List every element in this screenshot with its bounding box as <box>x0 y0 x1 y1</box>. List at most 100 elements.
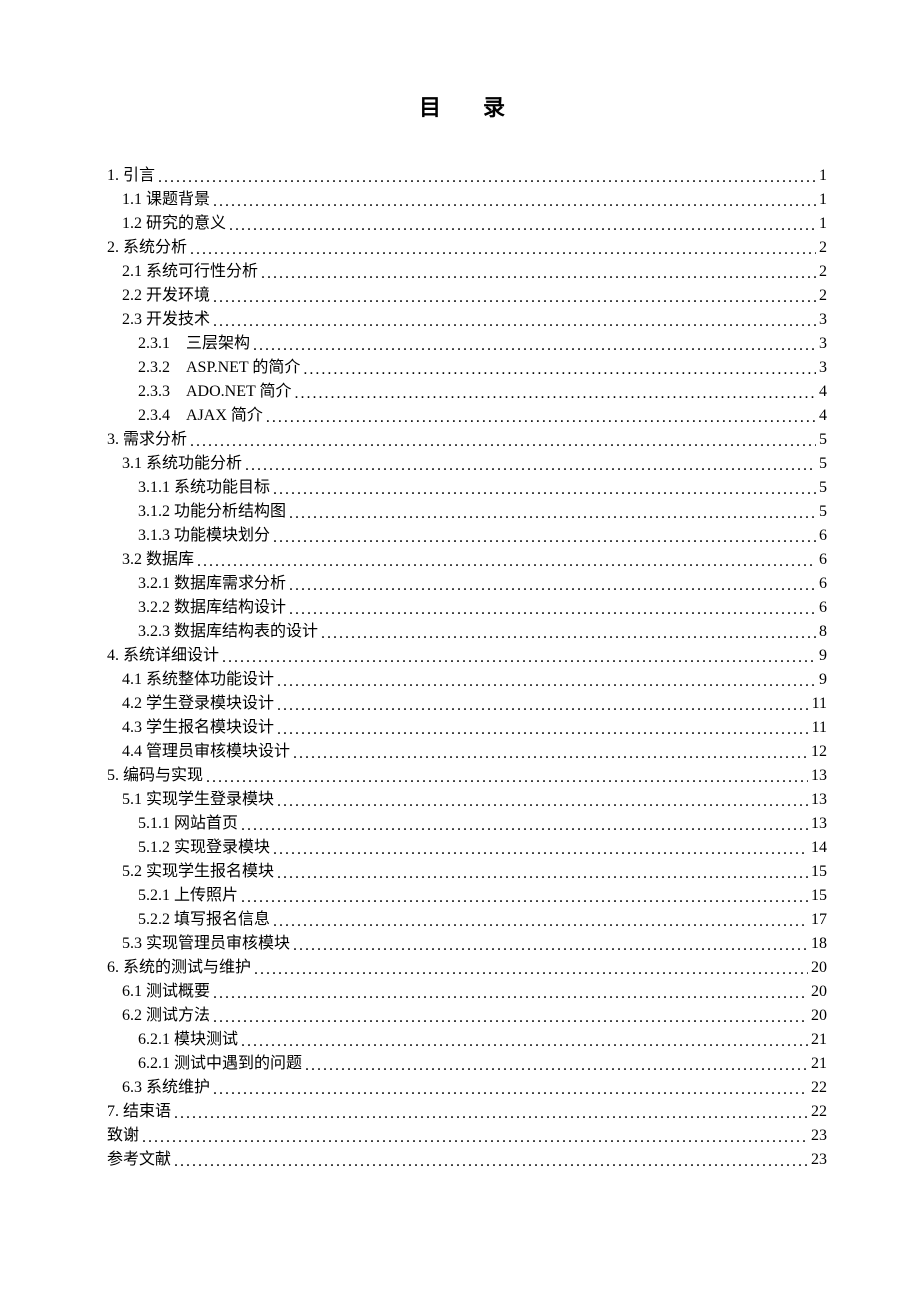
toc-entry-leader: ........................................… <box>294 382 816 406</box>
toc-entry[interactable]: 4.4 管理员审核模块设计...........................… <box>122 740 827 764</box>
toc-entry[interactable]: 2.2 开发环境................................… <box>122 284 827 308</box>
toc-entry-leader: ........................................… <box>229 214 816 238</box>
toc-entry-page: 1 <box>819 188 827 212</box>
toc-entry-page: 13 <box>811 764 827 788</box>
toc-entry-page: 1 <box>819 164 827 188</box>
toc-entry[interactable]: 5. 编码与实现................................… <box>107 764 827 788</box>
toc-entry[interactable]: 1.1 课题背景................................… <box>122 188 827 212</box>
toc-entry-page: 3 <box>819 356 827 380</box>
toc-entry[interactable]: 4. 系统详细设计...............................… <box>107 644 827 668</box>
toc-entry[interactable]: 3. 需求分析.................................… <box>107 428 827 452</box>
toc-entry[interactable]: 致谢......................................… <box>107 1124 827 1148</box>
toc-entry[interactable]: 参考文献....................................… <box>107 1148 827 1172</box>
toc-entry[interactable]: 5.3 实现管理员审核模块...........................… <box>122 932 827 956</box>
toc-entry[interactable]: 3.2.1 数据库需求分析...........................… <box>138 572 827 596</box>
toc-entry-page: 1 <box>819 212 827 236</box>
toc-entry[interactable]: 2.3.1 三层架构..............................… <box>138 332 827 356</box>
toc-entry[interactable]: 2.1 系统可行性分析.............................… <box>122 260 827 284</box>
toc-entry-label: 2.3 开发技术 <box>122 308 210 332</box>
toc-entry-page: 3 <box>819 332 827 356</box>
toc-entry[interactable]: 4.3 学生报名模块设计............................… <box>122 716 827 740</box>
toc-entry-page: 9 <box>819 668 827 692</box>
toc-entry-page: 17 <box>811 908 827 932</box>
toc-entry-page: 18 <box>811 932 827 956</box>
toc-entry[interactable]: 1.2 研究的意义...............................… <box>122 212 827 236</box>
toc-entry[interactable]: 5.1.2 实现登录模块............................… <box>138 836 827 860</box>
toc-entry-label: 1.1 课题背景 <box>122 188 210 212</box>
toc-entry[interactable]: 2.3.3 ADO.NET 简介........................… <box>138 380 827 404</box>
toc-entry-label: 3.1.2 功能分析结构图 <box>138 500 286 524</box>
toc-entry[interactable]: 2. 系统分析.................................… <box>107 236 827 260</box>
toc-entry[interactable]: 3.2.2 数据库结构设计...........................… <box>138 596 827 620</box>
toc-entry-page: 23 <box>811 1124 827 1148</box>
toc-entry-leader: ........................................… <box>321 622 816 646</box>
toc-entry-leader: ........................................… <box>261 262 816 286</box>
toc-entry[interactable]: 3.1.3 功能模块划分............................… <box>138 524 827 548</box>
toc-entry-label: 致谢 <box>107 1124 139 1148</box>
toc-entry[interactable]: 1. 引言...................................… <box>107 164 827 188</box>
toc-entry-page: 11 <box>812 692 827 716</box>
toc-entry-label: 4. 系统详细设计 <box>107 644 219 668</box>
toc-entry-page: 6 <box>819 524 827 548</box>
toc-entry-leader: ........................................… <box>277 670 816 694</box>
toc-entry-leader: ........................................… <box>273 910 808 934</box>
table-of-contents: 1. 引言...................................… <box>107 164 827 1172</box>
toc-entry[interactable]: 4.1 系统整体功能设计............................… <box>122 668 827 692</box>
toc-entry-page: 6 <box>819 596 827 620</box>
toc-entry[interactable]: 6. 系统的测试与维护.............................… <box>107 956 827 980</box>
toc-entry-page: 12 <box>811 740 827 764</box>
toc-entry[interactable]: 6.2.1 测试中遇到的问题..........................… <box>138 1052 827 1076</box>
toc-entry-label: 4.2 学生登录模块设计 <box>122 692 274 716</box>
toc-entry-page: 15 <box>811 884 827 908</box>
toc-entry-page: 8 <box>819 620 827 644</box>
toc-entry-label: 3. 需求分析 <box>107 428 187 452</box>
toc-entry-label: 5.1 实现学生登录模块 <box>122 788 274 812</box>
toc-entry-page: 2 <box>819 236 827 260</box>
toc-entry-page: 6 <box>819 548 827 572</box>
toc-entry-leader: ........................................… <box>273 526 816 550</box>
toc-entry-page: 20 <box>811 956 827 980</box>
toc-entry-page: 6 <box>819 572 827 596</box>
toc-entry[interactable]: 3.1.1 系统功能目标............................… <box>138 476 827 500</box>
toc-entry[interactable]: 2.3.4 AJAX 简介...........................… <box>138 404 827 428</box>
toc-entry-label: 2. 系统分析 <box>107 236 187 260</box>
toc-entry[interactable]: 2.3 开发技术................................… <box>122 308 827 332</box>
toc-entry-leader: ........................................… <box>289 598 816 622</box>
toc-entry[interactable]: 5.1.1 网站首页..............................… <box>138 812 827 836</box>
toc-entry-label: 4.4 管理员审核模块设计 <box>122 740 290 764</box>
toc-entry-page: 21 <box>811 1028 827 1052</box>
toc-entry[interactable]: 5.2.2 填写报名信息............................… <box>138 908 827 932</box>
toc-entry-page: 20 <box>811 980 827 1004</box>
toc-entry-label: 参考文献 <box>107 1148 171 1172</box>
toc-entry-page: 4 <box>819 380 827 404</box>
toc-entry-leader: ........................................… <box>253 334 816 358</box>
toc-entry-page: 20 <box>811 1004 827 1028</box>
toc-entry[interactable]: 2.3.2 ASP.NET 的简介.......................… <box>138 356 827 380</box>
toc-entry-label: 5.2.1 上传照片 <box>138 884 238 908</box>
toc-entry[interactable]: 3.2.3 数据库结构表的设计.........................… <box>138 620 827 644</box>
toc-entry[interactable]: 5.2.1 上传照片..............................… <box>138 884 827 908</box>
toc-entry[interactable]: 3.1 系统功能分析..............................… <box>122 452 827 476</box>
toc-entry-page: 9 <box>819 644 827 668</box>
toc-entry[interactable]: 6.1 测试概要................................… <box>122 980 827 1004</box>
toc-entry[interactable]: 5.2 实现学生报名模块............................… <box>122 860 827 884</box>
toc-entry[interactable]: 6.2.1 模块测试..............................… <box>138 1028 827 1052</box>
page-title: 目 录 <box>107 90 827 122</box>
toc-entry[interactable]: 7. 结束语..................................… <box>107 1100 827 1124</box>
toc-entry-label: 6.3 系统维护 <box>122 1076 210 1100</box>
toc-entry[interactable]: 4.2 学生登录模块设计............................… <box>122 692 827 716</box>
toc-entry[interactable]: 3.1.2 功能分析结构图...........................… <box>138 500 827 524</box>
toc-entry-label: 6.2.1 测试中遇到的问题 <box>138 1052 302 1076</box>
toc-entry-page: 2 <box>819 260 827 284</box>
toc-entry-label: 3.1.1 系统功能目标 <box>138 476 270 500</box>
toc-entry-leader: ........................................… <box>158 166 816 190</box>
toc-entry[interactable]: 5.1 实现学生登录模块............................… <box>122 788 827 812</box>
toc-entry-label: 3.1.3 功能模块划分 <box>138 524 270 548</box>
toc-entry-label: 6.1 测试概要 <box>122 980 210 1004</box>
toc-entry[interactable]: 6.2 测试方法................................… <box>122 1004 827 1028</box>
toc-entry[interactable]: 6.3 系统维护................................… <box>122 1076 827 1100</box>
toc-entry-leader: ........................................… <box>241 1030 808 1054</box>
toc-entry[interactable]: 3.2 数据库.................................… <box>122 548 827 572</box>
toc-entry-leader: ........................................… <box>213 1006 808 1030</box>
toc-entry-label: 1. 引言 <box>107 164 155 188</box>
